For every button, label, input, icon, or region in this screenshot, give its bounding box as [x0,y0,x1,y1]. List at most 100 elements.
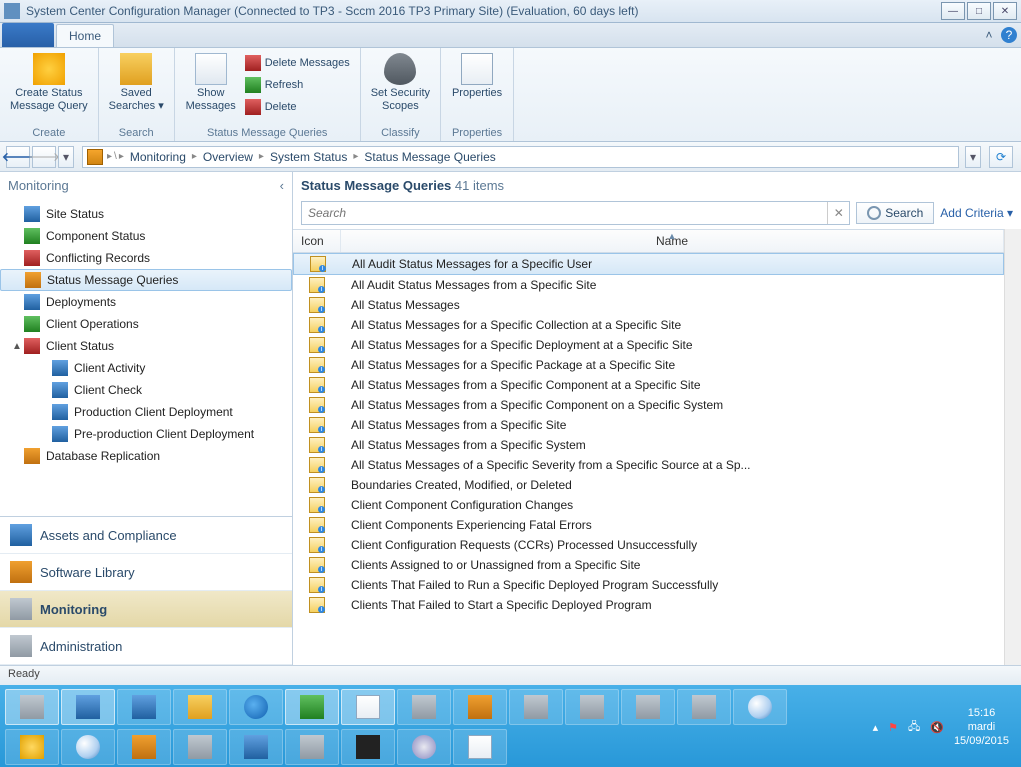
tree-item-pre-production-client-deployment[interactable]: Pre-production Client Deployment [0,423,292,445]
taskbar-disc[interactable] [397,729,451,765]
taskbar-mag[interactable] [61,729,115,765]
forward-button[interactable]: 🡒 [32,146,56,168]
taskbar-powershell[interactable] [117,689,171,725]
taskbar-folder[interactable] [173,689,227,725]
window-title: System Center Configuration Manager (Con… [26,4,939,18]
tree-item-component-status[interactable]: Component Status [0,225,292,247]
set-security-scopes-button[interactable]: Set Security Scopes [367,51,434,115]
list-row[interactable]: All Status Messages [293,295,1004,315]
statusbar: Ready [0,665,1021,685]
tree-item-conflicting-records[interactable]: Conflicting Records [0,247,292,269]
list-row[interactable]: All Status Messages from a Specific Site [293,415,1004,435]
list-header: Icon ▲ Name [293,229,1004,253]
taskbar-sql[interactable] [453,689,507,725]
tree-item-production-client-deployment[interactable]: Production Client Deployment [0,401,292,423]
system-tray[interactable]: ▴ ⚑ 🖧 🔇 15:16 mardi 15/09/2015 [865,706,1017,748]
list-row[interactable]: All Status Messages from a Specific Comp… [293,395,1004,415]
col-icon[interactable]: Icon [293,230,341,252]
taskbar-app2[interactable] [397,689,451,725]
back-button[interactable]: 🡐 [6,146,30,168]
create-status-message-query-button[interactable]: Create Status Message Query [6,51,92,115]
list-row[interactable]: All Status Messages for a Specific Colle… [293,315,1004,335]
taskbar-search[interactable] [733,689,787,725]
list-row[interactable]: Clients That Failed to Start a Specific … [293,595,1004,615]
taskbar-app1[interactable] [285,689,339,725]
taskbar-perfmon[interactable] [341,689,395,725]
minimize-button[interactable]: — [941,2,965,20]
taskbar-app6[interactable] [173,729,227,765]
list-row[interactable]: All Status Messages for a Specific Packa… [293,355,1004,375]
list-row[interactable]: Client Components Experiencing Fatal Err… [293,515,1004,535]
tree-item-client-operations[interactable]: Client Operations [0,313,292,335]
refresh-button[interactable]: Refresh [241,75,354,95]
taskbar-mail[interactable] [453,729,507,765]
tray-up-icon[interactable]: ▴ [873,721,879,734]
search-box: ✕ [301,201,850,225]
tree-item-site-status[interactable]: Site Status [0,203,292,225]
ribbon: Create Status Message Query Create Saved… [0,48,1021,142]
workspace-software-library[interactable]: Software Library [0,554,292,591]
breadcrumb[interactable]: ▸\▸ Monitoring▸ Overview▸ System Status▸… [82,146,959,168]
properties-button[interactable]: Properties [447,51,507,102]
show-messages-button[interactable]: Show Messages [181,51,241,125]
tray-clock[interactable]: 15:16 mardi 15/09/2015 [954,706,1009,748]
breadcrumb-dropdown-button[interactable]: ▾ [965,146,981,168]
tray-network-icon[interactable]: 🖧 [908,718,920,737]
tree-item-deployments[interactable]: Deployments [0,291,292,313]
taskbar-app4[interactable] [621,689,675,725]
taskbar-users[interactable] [285,729,339,765]
tree-item-client-activity[interactable]: Client Activity [0,357,292,379]
workspace-monitoring[interactable]: Monitoring [0,591,292,628]
taskbar-shield[interactable] [117,729,171,765]
taskbar-check[interactable] [229,729,283,765]
list-row[interactable]: Clients That Failed to Run a Specific De… [293,575,1004,595]
tree-item-client-check[interactable]: Client Check [0,379,292,401]
delete-button[interactable]: Delete [241,97,354,117]
list-row[interactable]: Boundaries Created, Modified, or Deleted [293,475,1004,495]
workspace-assets-and-compliance[interactable]: Assets and Compliance [0,517,292,554]
list-row[interactable]: Client Configuration Requests (CCRs) Pro… [293,535,1004,555]
saved-searches-button[interactable]: Saved Searches ▾ [105,51,168,115]
taskbar-app3[interactable] [509,689,563,725]
scrollbar[interactable] [1004,229,1021,665]
search-input[interactable] [302,202,827,224]
sort-asc-icon: ▲ [668,231,677,241]
list-row[interactable]: Client Component Configuration Changes [293,495,1004,515]
workspace-administration[interactable]: Administration [0,628,292,665]
list-body[interactable]: All Audit Status Messages for a Specific… [293,253,1004,665]
search-button[interactable]: Search [856,202,934,224]
clear-search-button[interactable]: ✕ [827,202,849,224]
taskbar-bell[interactable] [5,729,59,765]
col-name[interactable]: ▲ Name [341,230,1004,252]
tray-flag-icon[interactable]: ⚑ [888,721,898,734]
tree-item-client-status[interactable]: ▲Client Status [0,335,292,357]
delete-messages-button[interactable]: Delete Messages [241,53,354,73]
taskbar-server-manager[interactable] [5,689,59,725]
list-row[interactable]: All Status Messages of a Specific Severi… [293,455,1004,475]
list-row[interactable]: Clients Assigned to or Unassigned from a… [293,555,1004,575]
list-row[interactable]: All Status Messages from a Specific Comp… [293,375,1004,395]
maximize-button[interactable]: □ [967,2,991,20]
refresh-nav-button[interactable]: ⟳ [989,146,1013,168]
tree-item-database-replication[interactable]: Database Replication [0,445,292,467]
ribbon-minimize-icon[interactable]: ˄ [981,27,997,43]
taskbar-explorer[interactable] [61,689,115,725]
taskbar-servers[interactable] [565,689,619,725]
taskbar-cmd[interactable] [341,729,395,765]
close-button[interactable]: ✕ [993,2,1017,20]
list-row[interactable]: All Audit Status Messages from a Specifi… [293,275,1004,295]
help-icon[interactable]: ? [1001,27,1017,43]
file-menu-button[interactable] [2,23,54,47]
add-criteria-button[interactable]: Add Criteria ▾ [940,206,1013,220]
tab-home[interactable]: Home [56,24,114,47]
tray-volume-icon[interactable]: 🔇 [930,721,944,734]
taskbar-ie[interactable] [229,689,283,725]
tree-item-status-message-queries[interactable]: Status Message Queries [0,269,292,291]
list-row[interactable]: All Status Messages for a Specific Deplo… [293,335,1004,355]
nav-dropdown-button[interactable]: ▾ [58,146,74,168]
nav-collapse-icon[interactable]: ‹ [280,178,284,193]
list-row[interactable]: All Audit Status Messages for a Specific… [293,253,1004,275]
list-row[interactable]: All Status Messages from a Specific Syst… [293,435,1004,455]
ribbon-tabs: Home ˄ ? [0,23,1021,48]
taskbar-app5[interactable] [677,689,731,725]
